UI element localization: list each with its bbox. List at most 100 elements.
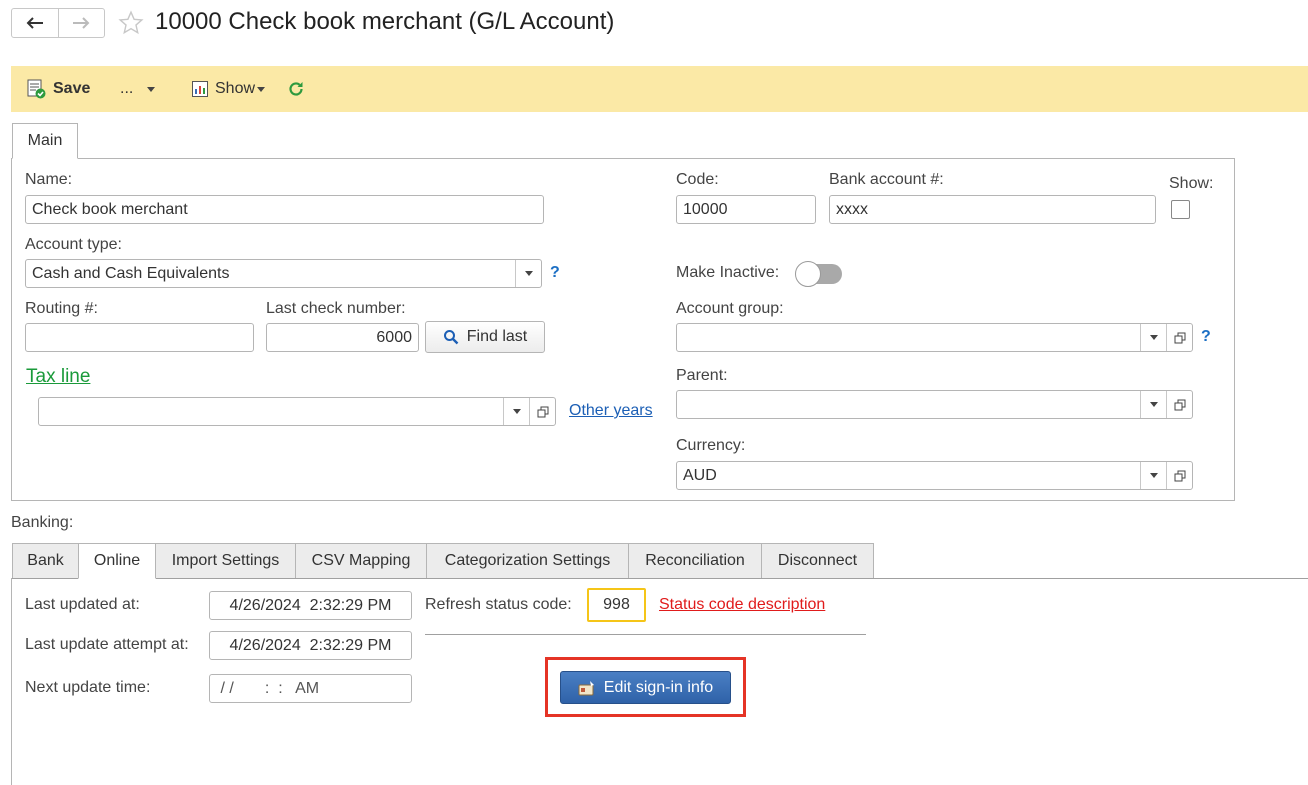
name-value: Check book merchant [32, 200, 188, 218]
show-account-checkbox[interactable] [1171, 200, 1190, 219]
chevron-down-icon [1149, 473, 1158, 478]
tab-strip-line [11, 578, 1308, 579]
search-icon [443, 330, 459, 345]
key-card-icon [578, 680, 594, 695]
forward-button[interactable] [57, 9, 104, 37]
tab-online[interactable]: Online [78, 543, 156, 579]
tab-main[interactable]: Main [12, 123, 78, 159]
parent-label: Parent: [676, 367, 728, 384]
next-update-value: / / : : AM [216, 679, 320, 697]
status-divider [425, 634, 866, 635]
last-check-value: 6000 [376, 328, 412, 346]
find-last-button[interactable]: Find last [425, 321, 545, 353]
last-check-field[interactable]: 6000 [266, 323, 419, 352]
refresh-status-field: 998 [587, 588, 646, 622]
save-icon [27, 79, 46, 99]
code-value: 10000 [683, 200, 728, 218]
tax-line-select[interactable] [38, 397, 556, 426]
chevron-down-icon [1149, 402, 1158, 407]
save-button[interactable]: Save [25, 77, 90, 101]
last-check-label: Last check number: [266, 300, 406, 317]
chevron-down-icon [147, 86, 156, 92]
arrow-left-icon [26, 17, 43, 29]
tab-csv-mapping[interactable]: CSV Mapping [295, 543, 427, 579]
make-inactive-label: Make Inactive: [676, 264, 780, 281]
parent-dropdown-button[interactable] [1140, 391, 1166, 418]
tab-main-label: Main [27, 132, 63, 149]
account-group-help-icon[interactable]: ? [1201, 328, 1211, 346]
banking-panel-border [11, 578, 12, 785]
chevron-down-icon [257, 86, 266, 92]
account-type-dropdown-button[interactable] [515, 260, 541, 287]
routing-field[interactable] [25, 323, 254, 352]
currency-value: AUD [683, 466, 717, 484]
bank-account-label: Bank account #: [829, 171, 944, 188]
code-field[interactable]: 10000 [676, 195, 816, 224]
make-inactive-toggle[interactable] [795, 261, 842, 287]
report-icon [192, 81, 208, 97]
show-menu-button[interactable]: Show [191, 77, 266, 101]
tab-csv-mapping-label: CSV Mapping [311, 552, 411, 569]
code-label: Code: [676, 171, 719, 188]
next-update-label: Next update time: [25, 679, 151, 696]
show-account-label: Show: [1169, 175, 1214, 192]
account-group-label: Account group: [676, 300, 784, 317]
currency-open-button[interactable] [1166, 462, 1192, 489]
tab-import-settings[interactable]: Import Settings [155, 543, 296, 579]
other-years-link[interactable]: Other years [569, 402, 653, 420]
account-group-dropdown-button[interactable] [1140, 324, 1166, 351]
bank-account-value: xxxx [836, 200, 868, 218]
name-field[interactable]: Check book merchant [25, 195, 544, 224]
tax-line-dropdown-button[interactable] [503, 398, 529, 425]
chevron-down-icon [524, 271, 533, 276]
refresh-button[interactable] [287, 77, 305, 101]
open-window-icon [1174, 332, 1185, 343]
currency-dropdown-button[interactable] [1140, 462, 1166, 489]
last-attempt-field: 4/26/2024 2:32:29 PM [209, 631, 412, 660]
account-group-select[interactable] [676, 323, 1193, 352]
toggle-knob [795, 261, 821, 287]
tax-line-link[interactable]: Tax line [26, 366, 90, 388]
show-label: Show [215, 80, 256, 97]
history-nav [11, 8, 105, 38]
account-group-open-button[interactable] [1166, 324, 1192, 351]
parent-select[interactable] [676, 390, 1193, 419]
tab-disconnect[interactable]: Disconnect [761, 543, 874, 579]
refresh-status-value: 998 [603, 596, 630, 613]
arrow-right-icon [73, 17, 90, 29]
last-updated-value: 4/26/2024 2:32:29 PM [229, 596, 392, 614]
routing-label: Routing #: [25, 300, 98, 317]
edit-signin-label: Edit sign-in info [603, 678, 714, 696]
tab-reconciliation-label: Reconciliation [645, 552, 745, 569]
name-label: Name: [25, 171, 73, 188]
more-label: ... [120, 80, 134, 97]
account-type-label: Account type: [25, 236, 122, 253]
account-type-value: Cash and Cash Equivalents [32, 264, 230, 282]
more-actions-menu[interactable]: ... [120, 77, 156, 101]
status-code-description-link[interactable]: Status code description [659, 596, 825, 614]
find-last-label: Find last [466, 328, 528, 345]
account-type-select[interactable]: Cash and Cash Equivalents [25, 259, 542, 288]
tab-bank[interactable]: Bank [12, 543, 79, 579]
refresh-status-label: Refresh status code: [425, 596, 572, 613]
chevron-down-icon [1149, 335, 1158, 340]
next-update-field[interactable]: / / : : AM [209, 674, 412, 703]
tab-categorization-settings-label: Categorization Settings [444, 552, 611, 569]
parent-open-button[interactable] [1166, 391, 1192, 418]
tab-online-label: Online [93, 552, 141, 569]
currency-select[interactable]: AUD [676, 461, 1193, 490]
account-type-help-icon[interactable]: ? [550, 264, 560, 282]
tab-categorization-settings[interactable]: Categorization Settings [426, 543, 629, 579]
tab-reconciliation[interactable]: Reconciliation [628, 543, 762, 579]
back-button[interactable] [12, 9, 58, 37]
currency-label: Currency: [676, 437, 746, 454]
tab-disconnect-label: Disconnect [777, 552, 858, 569]
open-window-icon [537, 406, 548, 417]
open-window-icon [1174, 399, 1185, 410]
edit-signin-button[interactable]: Edit sign-in info [560, 671, 731, 704]
tax-line-open-button[interactable] [529, 398, 555, 425]
last-attempt-label: Last update attempt at: [25, 636, 189, 653]
page-title: 10000 Check book merchant (G/L Account) [155, 8, 615, 35]
favorite-star-icon[interactable] [118, 10, 144, 41]
bank-account-field[interactable]: xxxx [829, 195, 1156, 224]
